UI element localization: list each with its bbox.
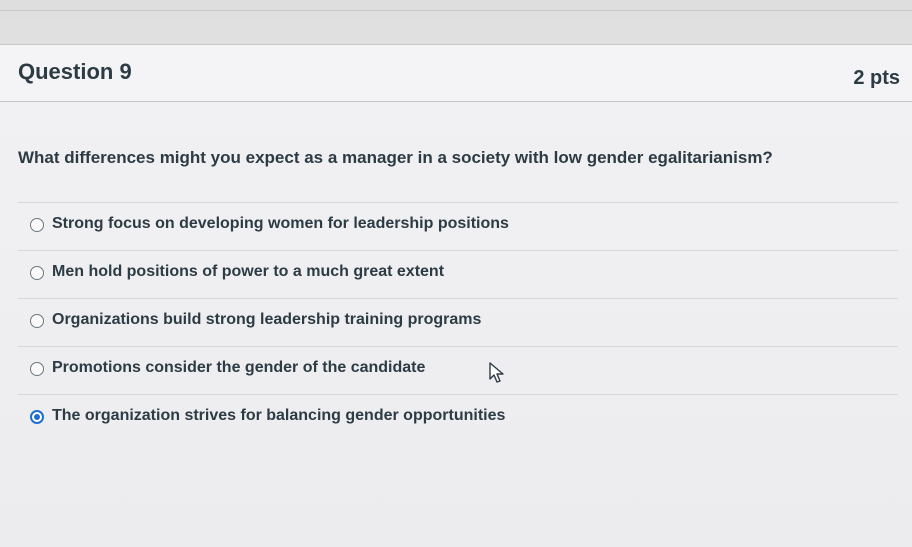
answer-label[interactable]: Promotions consider the gender of the ca… [52, 359, 425, 377]
answer-label[interactable]: The organization strives for balancing g… [52, 407, 505, 425]
answer-option-2[interactable]: Men hold positions of power to a much gr… [18, 250, 898, 298]
answer-option-3[interactable]: Organizations build strong leadership tr… [18, 298, 898, 346]
radio-button-selected[interactable] [30, 410, 44, 424]
question-body: What differences might you expect as a m… [0, 102, 912, 547]
question-header: Question 9 2 pts [0, 44, 912, 102]
radio-button[interactable] [30, 362, 44, 376]
answer-option-4[interactable]: Promotions consider the gender of the ca… [18, 346, 898, 394]
radio-button[interactable] [30, 218, 44, 232]
answer-list: Strong focus on developing women for lea… [18, 202, 898, 442]
radio-button[interactable] [30, 314, 44, 328]
question-points: 2 pts [853, 67, 900, 89]
answer-label[interactable]: Strong focus on developing women for lea… [52, 215, 509, 233]
answer-option-5[interactable]: The organization strives for balancing g… [18, 394, 898, 442]
answer-label[interactable]: Organizations build strong leadership tr… [52, 311, 481, 329]
question-title: Question 9 [18, 59, 132, 84]
answer-label[interactable]: Men hold positions of power to a much gr… [52, 263, 444, 281]
question-prompt: What differences might you expect as a m… [18, 148, 773, 167]
top-divider [0, 10, 912, 11]
mouse-pointer-icon [489, 362, 504, 383]
radio-button[interactable] [30, 266, 44, 280]
answer-option-1[interactable]: Strong focus on developing women for lea… [18, 202, 898, 250]
